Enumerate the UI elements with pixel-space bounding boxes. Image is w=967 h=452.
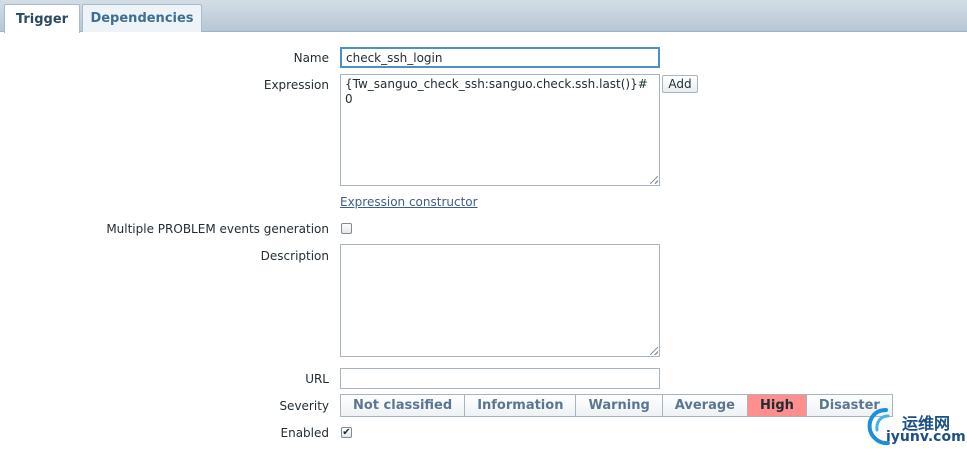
severity-information[interactable]: Information bbox=[465, 395, 577, 416]
severity-warning[interactable]: Warning bbox=[576, 395, 663, 416]
tab-trigger[interactable]: Trigger bbox=[4, 4, 80, 33]
severity-average[interactable]: Average bbox=[662, 395, 748, 416]
url-input[interactable] bbox=[340, 368, 660, 389]
tab-bar: Trigger Dependencies bbox=[0, 0, 967, 33]
description-textarea[interactable] bbox=[340, 244, 660, 357]
severity-label: Severity bbox=[279, 399, 329, 413]
description-label: Description bbox=[260, 249, 329, 263]
name-input[interactable] bbox=[340, 47, 660, 68]
severity-selector: Not classified Information Warning Avera… bbox=[340, 394, 893, 417]
severity-high[interactable]: High bbox=[748, 395, 807, 416]
watermark-en: iyunv.com bbox=[886, 429, 966, 445]
expression-textarea[interactable]: {Tw_sanguo_check_ssh:sanguo.check.ssh.la… bbox=[340, 74, 660, 186]
enabled-checkbox[interactable]: ✔ bbox=[341, 427, 352, 438]
watermark: 运维网 iyunv.com bbox=[866, 404, 966, 450]
expression-constructor-link[interactable]: Expression constructor bbox=[340, 195, 478, 209]
enabled-label: Enabled bbox=[280, 426, 330, 440]
multiple-problem-label: Multiple PROBLEM events generation bbox=[106, 222, 329, 236]
tab-dependencies[interactable]: Dependencies bbox=[82, 4, 202, 32]
severity-not-classified[interactable]: Not classified bbox=[341, 395, 466, 416]
add-expression-button[interactable]: Add bbox=[662, 75, 698, 93]
expression-label: Expression bbox=[263, 78, 329, 92]
name-label: Name bbox=[293, 51, 329, 65]
multiple-problem-checkbox[interactable] bbox=[341, 223, 352, 234]
url-label: URL bbox=[305, 372, 329, 386]
